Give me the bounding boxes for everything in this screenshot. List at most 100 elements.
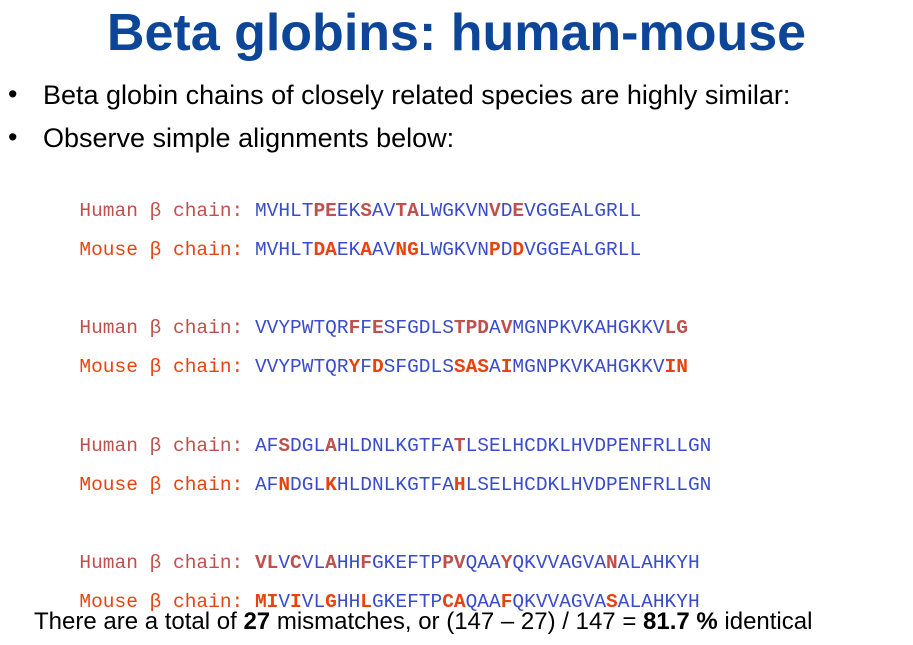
residue: A [489,356,501,378]
bullet-text: Beta globin chains of closely related sp… [43,80,791,110]
residue: V [254,356,267,378]
residue: W [430,239,443,261]
residue: D [290,474,302,496]
residue: R [336,356,349,378]
residue: G [617,356,630,378]
mismatch-residue: A [325,239,337,261]
mismatch-residue: N [676,356,688,378]
mismatch-residue: S [453,356,466,378]
identity-percent: 81.7 % [643,608,718,635]
residue: L [348,474,361,496]
residue: Y [278,356,291,378]
bullet-icon: • [8,79,18,109]
mismatch-residue: I [664,356,677,378]
mismatch-residue: H [453,474,466,496]
residue: G [547,239,560,261]
residue: G [524,356,536,378]
residue: G [594,239,607,261]
residue: W [301,356,314,378]
mismatch-residue: A [360,239,372,261]
residue: T [301,239,314,261]
residue: D [360,474,372,496]
residue: K [559,356,571,378]
residue: V [383,239,396,261]
residue: G [407,474,419,496]
summary-suffix: identical [717,608,813,635]
alignment-row-mouse: Mouse β chain: MVHLTDAEKAAVNGLWGKVNPDDVG… [56,211,641,263]
residue: G [687,474,700,496]
residue: E [336,239,349,261]
residue: V [266,239,279,261]
residue: L [313,474,326,496]
residue: T [418,474,431,496]
mismatch-residue: G [407,239,419,261]
residue: V [465,239,478,261]
residue: V [570,356,583,378]
residue: F [430,474,443,496]
bullet-text: Observe simple alignments below: [43,123,455,153]
mismatch-residue: P [489,239,501,261]
mismatch-residue: K [325,474,337,496]
mouse-sequence: AFNDGLKHLDNLKGTFAHLSELHCDKLHVDPENFRLLGN [255,474,711,496]
residue: D [418,356,431,378]
residue: H [336,474,349,496]
residue: D [535,474,548,496]
residue: K [582,356,595,378]
alignment-row-mouse: Mouse β chain: AFNDGLKHLDNLKGTFAHLSELHCD… [56,446,711,498]
residue: V [652,356,665,378]
residue: M [512,356,525,378]
residue: N [477,239,489,261]
residue: G [407,356,419,378]
residue: L [629,239,642,261]
mouse-sequence: VVYPWTQRYFDSFGDLSSASAIMGNPKVKAHGKKVIN [255,356,688,378]
residue: D [500,239,513,261]
residue: R [652,474,665,496]
residue: E [617,474,630,496]
residue: K [629,356,642,378]
residue: N [699,474,712,496]
residue: N [371,474,384,496]
mismatch-residue: N [278,474,291,496]
residue: S [442,356,454,378]
residue: L [617,239,630,261]
residue: R [606,239,618,261]
mismatch-residue: Y [348,356,361,378]
residue: L [582,239,595,261]
residue: A [442,474,454,496]
residue: F [360,356,372,378]
summary-text: There are a total of 27 mismatches, or (… [34,606,812,638]
residue: L [559,474,571,496]
residue: C [524,474,536,496]
residue: L [418,239,431,261]
residue: K [641,356,653,378]
residue: L [676,474,688,496]
residue: P [290,356,302,378]
mouse-chain-label: Mouse β chain: [79,239,244,261]
mismatch-residue: S [477,356,489,378]
residue: K [348,239,361,261]
residue: T [313,356,326,378]
mouse-sequence: MVHLTDAEKAAVNGLWGKVNPDDVGGEALGRLL [255,239,641,261]
residue: Q [325,356,337,378]
residue: L [430,356,443,378]
residue: E [559,239,571,261]
mismatch-residue: D [512,239,525,261]
residue: S [383,356,396,378]
residue: L [664,474,677,496]
residue: D [594,474,607,496]
mismatch-count: 27 [243,608,271,635]
residue: L [465,474,478,496]
residue: S [477,474,489,496]
residue: G [535,239,548,261]
mismatch-residue: A [465,356,478,378]
residue: V [266,356,279,378]
residue: L [383,474,396,496]
residue: E [489,474,501,496]
residue: A [371,239,384,261]
mismatch-residue: I [500,356,513,378]
residue: G [301,474,314,496]
residue: G [442,239,454,261]
residue: V [524,239,536,261]
residue: H [606,356,618,378]
residue: K [395,474,408,496]
